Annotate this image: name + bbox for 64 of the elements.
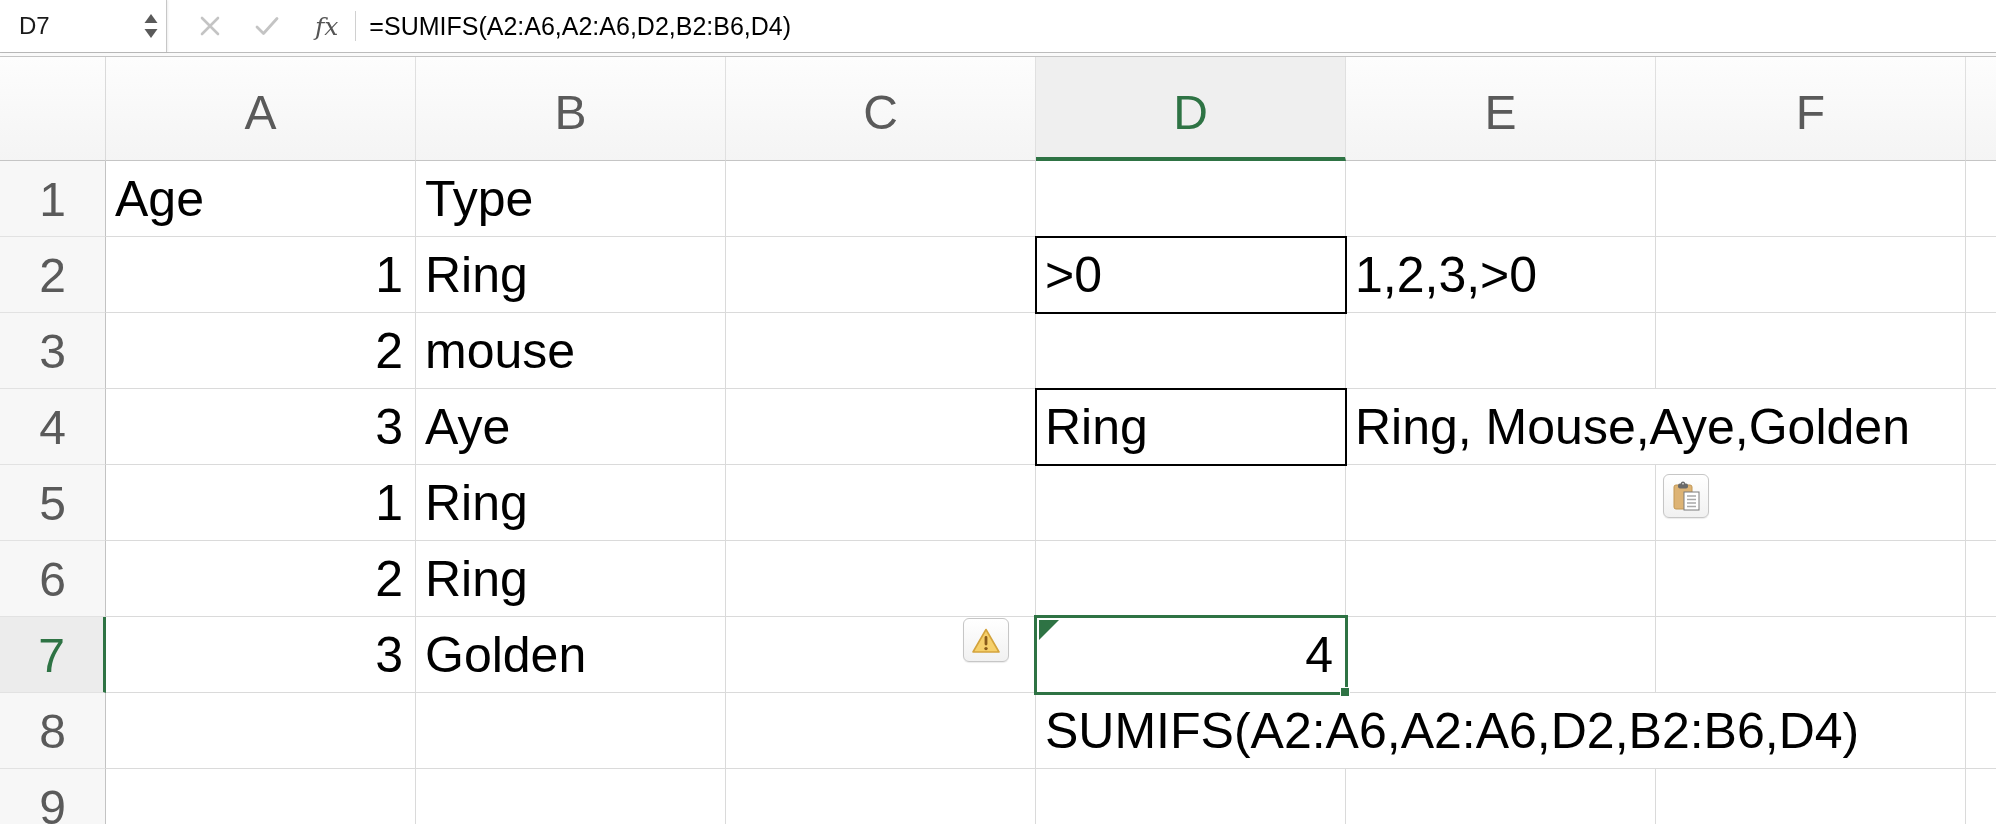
row-header[interactable]: 3 (0, 313, 106, 389)
spreadsheet-cell[interactable]: Golden (416, 617, 726, 693)
spreadsheet-cell[interactable]: 1,2,3,>0 (1346, 237, 1656, 313)
column-header[interactable]: B (416, 57, 726, 161)
paste-options-button[interactable] (1663, 474, 1709, 518)
spreadsheet-cell[interactable]: 1 (106, 465, 416, 541)
spreadsheet-cell[interactable]: >0 (1036, 237, 1346, 313)
spreadsheet-cell[interactable]: SUMIFS(A2:A6,A2:A6,D2,B2:B6,D4) (1036, 693, 1966, 769)
insert-function-button[interactable]: fx (315, 13, 339, 39)
spreadsheet-cell[interactable] (726, 617, 1036, 693)
name-box[interactable]: D7 (0, 0, 167, 52)
spreadsheet-cell[interactable] (1346, 465, 1656, 541)
spreadsheet-cell[interactable] (726, 465, 1036, 541)
spreadsheet-cell[interactable]: Type (416, 161, 726, 237)
spreadsheet-cell[interactable] (1036, 465, 1346, 541)
row-header[interactable]: 2 (0, 237, 106, 313)
spreadsheet-cell[interactable]: Age (106, 161, 416, 237)
row-header[interactable]: 4 (0, 389, 106, 465)
row-header[interactable]: 5 (0, 465, 106, 541)
warning-icon (971, 626, 1001, 654)
spreadsheet-cell[interactable]: Ring (416, 541, 726, 617)
spreadsheet-cell[interactable]: 4 (1036, 617, 1346, 693)
spreadsheet-cell[interactable]: mouse (416, 313, 726, 389)
spreadsheet-cell[interactable] (106, 693, 416, 769)
column-header[interactable]: E (1346, 57, 1656, 161)
spreadsheet-cell[interactable] (1656, 161, 1966, 237)
column-header[interactable]: D (1036, 57, 1346, 161)
spreadsheet-cell[interactable] (726, 161, 1036, 237)
spreadsheet-cell[interactable] (1656, 313, 1966, 389)
spreadsheet-cell[interactable] (726, 313, 1036, 389)
row-header[interactable]: 9 (0, 769, 106, 824)
formula-field[interactable]: =SUMIFS(A2:A6,A2:A6,D2,B2:B6,D4) (369, 11, 792, 41)
spreadsheet-cell[interactable] (1346, 313, 1656, 389)
row-header[interactable]: 1 (0, 161, 106, 237)
stepper-arrows-icon[interactable] (144, 13, 158, 39)
column-header[interactable]: A (106, 57, 416, 161)
spreadsheet-cell[interactable]: Ring (1036, 389, 1346, 465)
spreadsheet-cell[interactable] (1346, 541, 1656, 617)
row-header[interactable]: 8 (0, 693, 106, 769)
clipboard-icon (1672, 481, 1700, 511)
error-options-button[interactable] (963, 618, 1009, 662)
spreadsheet-cell[interactable]: 2 (106, 541, 416, 617)
spreadsheet-cell[interactable] (1656, 465, 1966, 541)
column-header[interactable]: F (1656, 57, 1966, 161)
spreadsheet-cell[interactable]: Aye (416, 389, 726, 465)
spreadsheet-cell[interactable]: 2 (106, 313, 416, 389)
spreadsheet-cell[interactable] (1346, 161, 1656, 237)
spreadsheet-cell[interactable]: Ring (416, 465, 726, 541)
spreadsheet-cell[interactable] (1656, 237, 1966, 313)
check-icon[interactable] (255, 16, 279, 36)
spreadsheet-cell[interactable] (726, 693, 1036, 769)
spreadsheet-cell[interactable] (1656, 541, 1966, 617)
cancel-icon[interactable] (200, 16, 220, 36)
spreadsheet-cell[interactable]: Ring (416, 237, 726, 313)
spreadsheet-cell[interactable]: 3 (106, 617, 416, 693)
row-header[interactable]: 7 (0, 617, 106, 693)
row-header[interactable]: 6 (0, 541, 106, 617)
spreadsheet-cell[interactable] (1656, 617, 1966, 693)
fill-handle[interactable] (1340, 687, 1350, 697)
spreadsheet-cell[interactable] (416, 693, 726, 769)
spreadsheet-cell[interactable]: 3 (106, 389, 416, 465)
spreadsheet-cell[interactable]: 1 (106, 237, 416, 313)
spreadsheet-cell[interactable]: Ring, Mouse,Aye,Golden (1346, 389, 1966, 465)
spreadsheet-cell[interactable] (726, 541, 1036, 617)
